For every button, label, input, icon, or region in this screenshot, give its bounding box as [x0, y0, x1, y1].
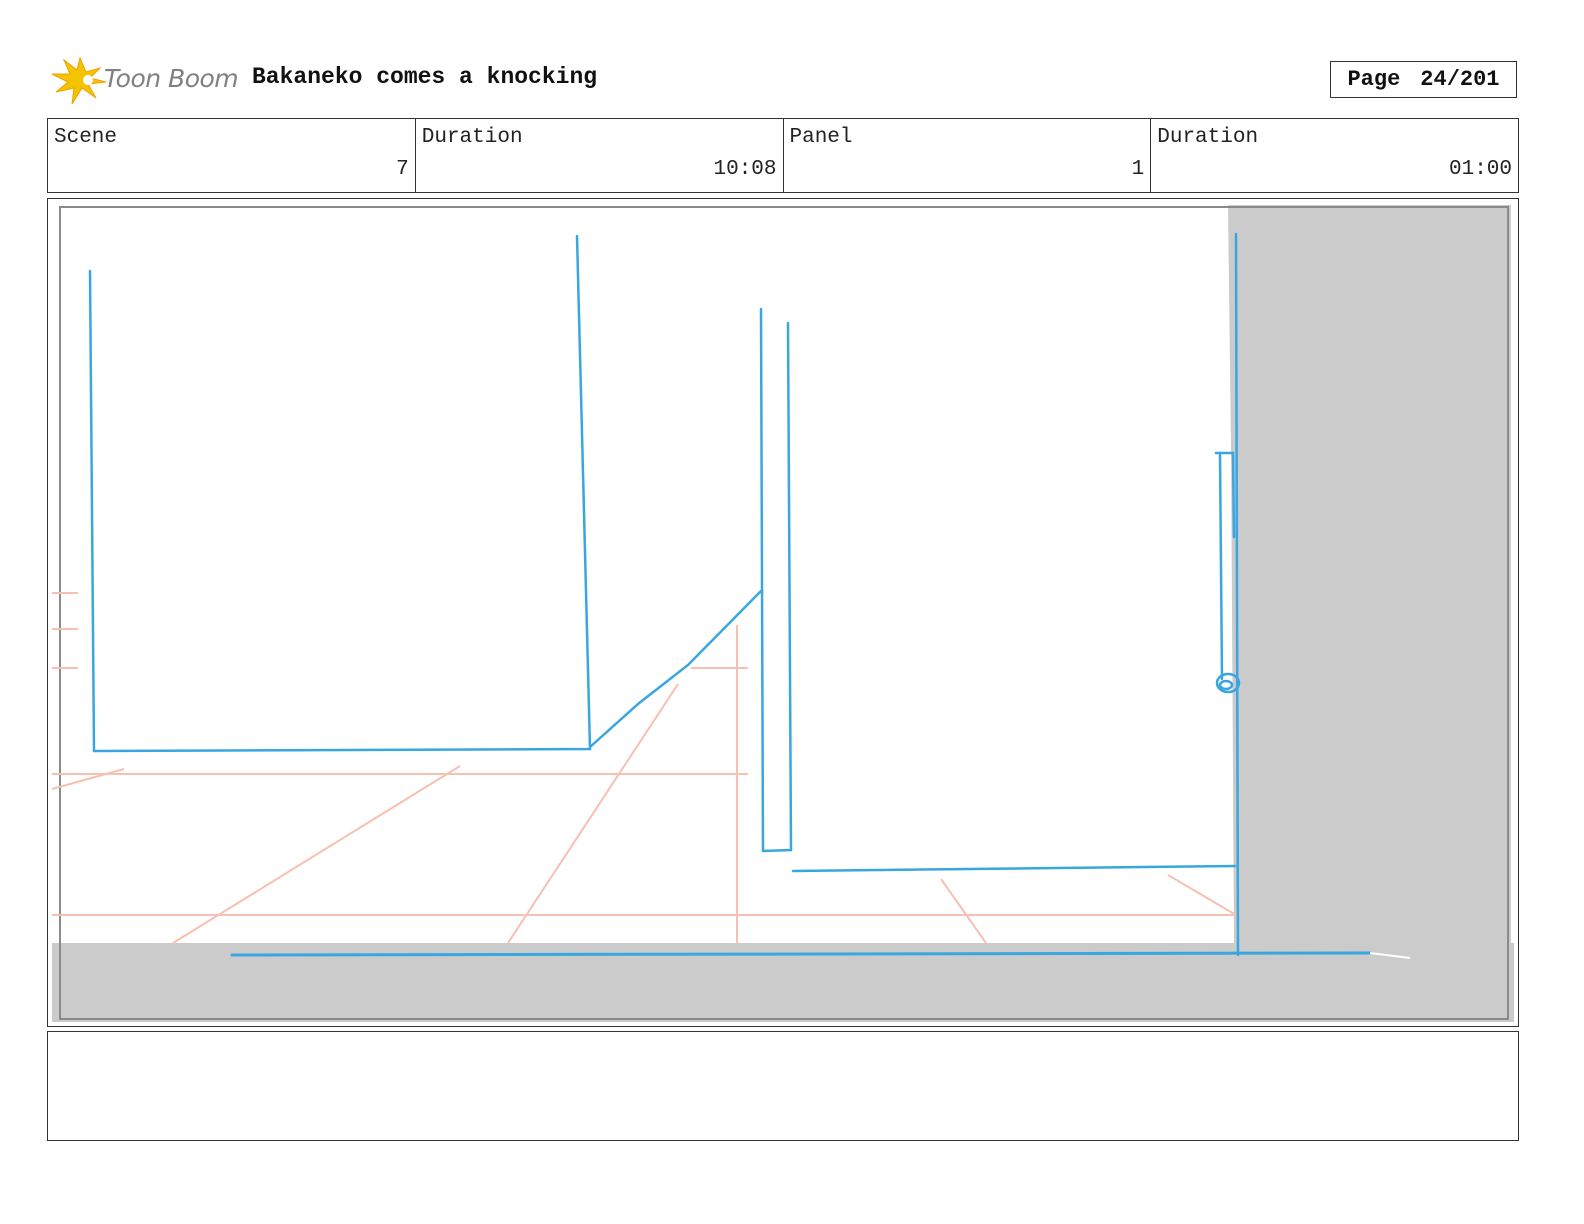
- panel-notes-box: [47, 1031, 1519, 1141]
- scene-duration-label: Duration: [421, 126, 523, 149]
- panel-duration-cell: Duration 01:00: [1151, 119, 1518, 192]
- scene-duration-cell: Duration 10:08: [416, 119, 784, 192]
- perspective-guides: [51, 592, 1238, 944]
- wall-fill: [1228, 205, 1511, 1022]
- panel-value: 1: [1131, 158, 1145, 181]
- toon-boom-logo: Toon Boom: [50, 54, 240, 106]
- starburst-icon: [51, 56, 107, 105]
- panel-cell: Panel 1: [784, 119, 1152, 192]
- layout-lines: [88, 232, 1372, 957]
- scene-duration-value: 10:08: [713, 158, 777, 181]
- panel-label: Panel: [789, 126, 853, 149]
- page-indicator: Page 24/201: [1330, 61, 1517, 98]
- page-label: Page: [1347, 67, 1401, 92]
- sketch-drawing: [51, 205, 1514, 1022]
- info-row: Scene 7 Duration 10:08 Panel 1 Duration …: [47, 118, 1519, 193]
- page-number: 24/201: [1420, 67, 1500, 92]
- logo-text: Toon Boom: [104, 64, 239, 93]
- scene-cell: Scene 7: [48, 119, 416, 192]
- panel-duration-label: Duration: [1157, 126, 1259, 149]
- scene-label: Scene: [54, 126, 118, 149]
- panel-image-frame: [47, 198, 1519, 1027]
- panel-duration-value: 01:00: [1448, 158, 1512, 181]
- scene-value: 7: [396, 158, 409, 181]
- storyboard-title: Bakaneko comes a knocking: [252, 64, 598, 90]
